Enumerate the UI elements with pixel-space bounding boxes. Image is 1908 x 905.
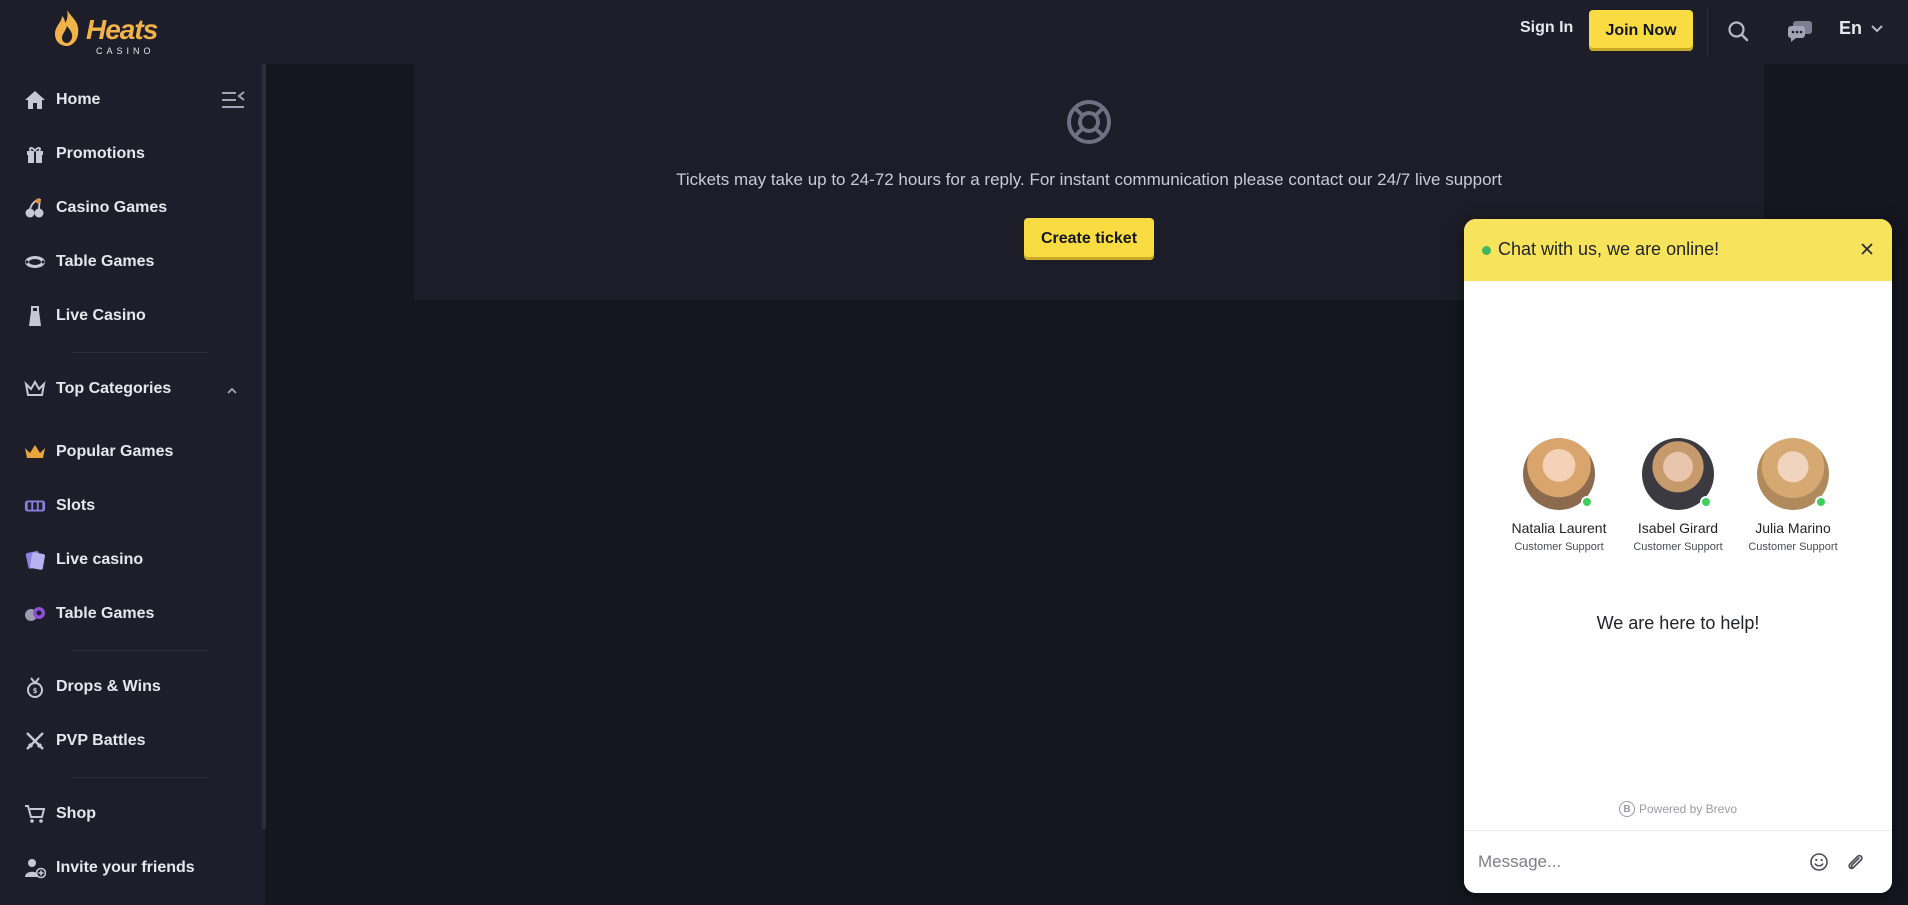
invite-icon (24, 857, 46, 879)
powered-by-text: Powered by Brevo (1638, 802, 1738, 816)
top-categories-label: Top Categories (56, 380, 172, 397)
language-label: En (1839, 18, 1863, 38)
live-dealer-icon (24, 305, 46, 327)
sidebar-item-invite-friends[interactable]: Invite your friends (24, 853, 195, 883)
emoji-icon[interactable] (1809, 852, 1829, 877)
chevron-up-icon[interactable] (226, 382, 238, 400)
logo-text: Heats (86, 14, 158, 45)
online-status-dot (1581, 496, 1593, 508)
chat-header: Chat with us, we are online! (1464, 219, 1892, 281)
logo[interactable]: Heats CASINO (50, 6, 180, 56)
attachment-icon[interactable] (1845, 852, 1865, 877)
sidebar-item-label: Slots (56, 497, 96, 514)
logo-subtext: CASINO (96, 46, 155, 56)
cart-icon (24, 803, 46, 825)
top-bar: Heats CASINO Sign In Join Now En (0, 0, 1908, 64)
sidebar-item-popular-games[interactable]: Popular Games (24, 437, 173, 467)
sidebar-item-label: Table Games (56, 605, 155, 622)
help-text: We are here to help! (1596, 613, 1760, 633)
flame-icon (55, 10, 79, 46)
sidebar-item-table-games-category[interactable]: Table Games (24, 599, 154, 629)
sidebar-item-shop[interactable]: Shop (24, 799, 96, 829)
chips-icon (24, 603, 46, 625)
table-icon (24, 251, 46, 273)
agent-role: Customer Support (1748, 541, 1838, 553)
agent-role: Customer Support (1514, 541, 1604, 553)
avatar (1757, 438, 1829, 510)
search-icon[interactable] (1724, 17, 1752, 45)
sidebar-item-table-games[interactable]: Table Games (24, 247, 154, 277)
swords-icon (24, 730, 46, 752)
sidebar-item-label: Invite your friends (56, 859, 195, 876)
agent-card: Natalia Laurent Customer Support (1494, 438, 1624, 553)
sidebar: Home Promotions Casino Games Table Games… (0, 64, 266, 905)
sidebar-item-label: Table Games (56, 253, 155, 270)
chat-widget: Chat with us, we are online! Natalia Lau… (1464, 219, 1892, 893)
agent-card: Isabel Girard Customer Support (1613, 438, 1743, 553)
chat-bubbles-icon[interactable] (1786, 17, 1814, 45)
sidebar-item-label: Popular Games (56, 443, 174, 460)
language-selector[interactable]: En (1839, 18, 1884, 39)
sidebar-divider (72, 777, 208, 778)
sidebar-item-label: Live casino (56, 551, 144, 568)
cherries-icon (24, 197, 46, 219)
top-categories-toggle[interactable]: Top Categories (24, 374, 171, 404)
sidebar-scrollbar[interactable] (262, 64, 266, 829)
sidebar-item-label: PVP Battles (56, 732, 146, 749)
slots-icon (24, 495, 46, 517)
brevo-logo-icon: B (1618, 801, 1635, 817)
crown-icon (24, 441, 46, 463)
svg-text:$: $ (33, 687, 38, 695)
online-status-dot (1482, 246, 1491, 255)
drops-icon: $ (24, 676, 46, 698)
gift-icon (24, 143, 46, 165)
crown-outline-icon (24, 378, 46, 400)
home-icon (24, 89, 46, 111)
lifebuoy-icon (1066, 99, 1112, 150)
sidebar-item-promotions[interactable]: Promotions (24, 139, 145, 169)
sidebar-item-drops-wins[interactable]: $ Drops & Wins (24, 672, 161, 702)
chat-input-bar (1464, 830, 1892, 893)
close-icon[interactable] (1857, 239, 1877, 259)
agent-name: Natalia Laurent (1511, 520, 1607, 536)
cards-icon (24, 549, 46, 571)
agent-name: Isabel Girard (1637, 520, 1719, 536)
chat-title: Chat with us, we are online! (1498, 239, 1720, 259)
sidebar-item-live-casino-category[interactable]: Live casino (24, 545, 143, 575)
avatar (1523, 438, 1595, 510)
sidebar-item-label: Drops & Wins (56, 678, 161, 695)
header-divider (1707, 8, 1708, 56)
agent-role: Customer Support (1633, 541, 1723, 553)
join-now-button[interactable]: Join Now (1589, 10, 1693, 51)
online-status-dot (1815, 496, 1827, 508)
sign-in-link[interactable]: Sign In (1520, 19, 1573, 37)
sidebar-item-slots[interactable]: Slots (24, 491, 95, 521)
sidebar-item-label: Shop (56, 805, 96, 822)
ticket-info-text: Tickets may take up to 24-72 hours for a… (676, 170, 1502, 189)
sidebar-item-label: Home (56, 91, 101, 108)
sidebar-item-label: Casino Games (56, 199, 168, 216)
collapse-menu-icon[interactable] (220, 90, 246, 115)
message-input[interactable] (1478, 847, 1778, 877)
avatar (1642, 438, 1714, 510)
create-ticket-button[interactable]: Create ticket (1024, 218, 1154, 260)
sidebar-item-casino-games[interactable]: Casino Games (24, 193, 167, 223)
agent-card: Julia Marino Customer Support (1728, 438, 1858, 553)
online-status-dot (1700, 496, 1712, 508)
agent-name: Julia Marino (1755, 520, 1831, 536)
chevron-down-icon (1871, 24, 1883, 32)
sidebar-divider (72, 650, 208, 651)
sidebar-item-pvp-battles[interactable]: PVP Battles (24, 726, 146, 756)
sidebar-item-label: Live Casino (56, 307, 146, 324)
powered-by[interactable]: B Powered by Brevo (1464, 801, 1892, 817)
sidebar-item-live-casino[interactable]: Live Casino (24, 301, 146, 331)
sidebar-item-home[interactable]: Home (24, 85, 100, 115)
sidebar-item-label: Promotions (56, 145, 145, 162)
sidebar-divider (72, 352, 208, 353)
